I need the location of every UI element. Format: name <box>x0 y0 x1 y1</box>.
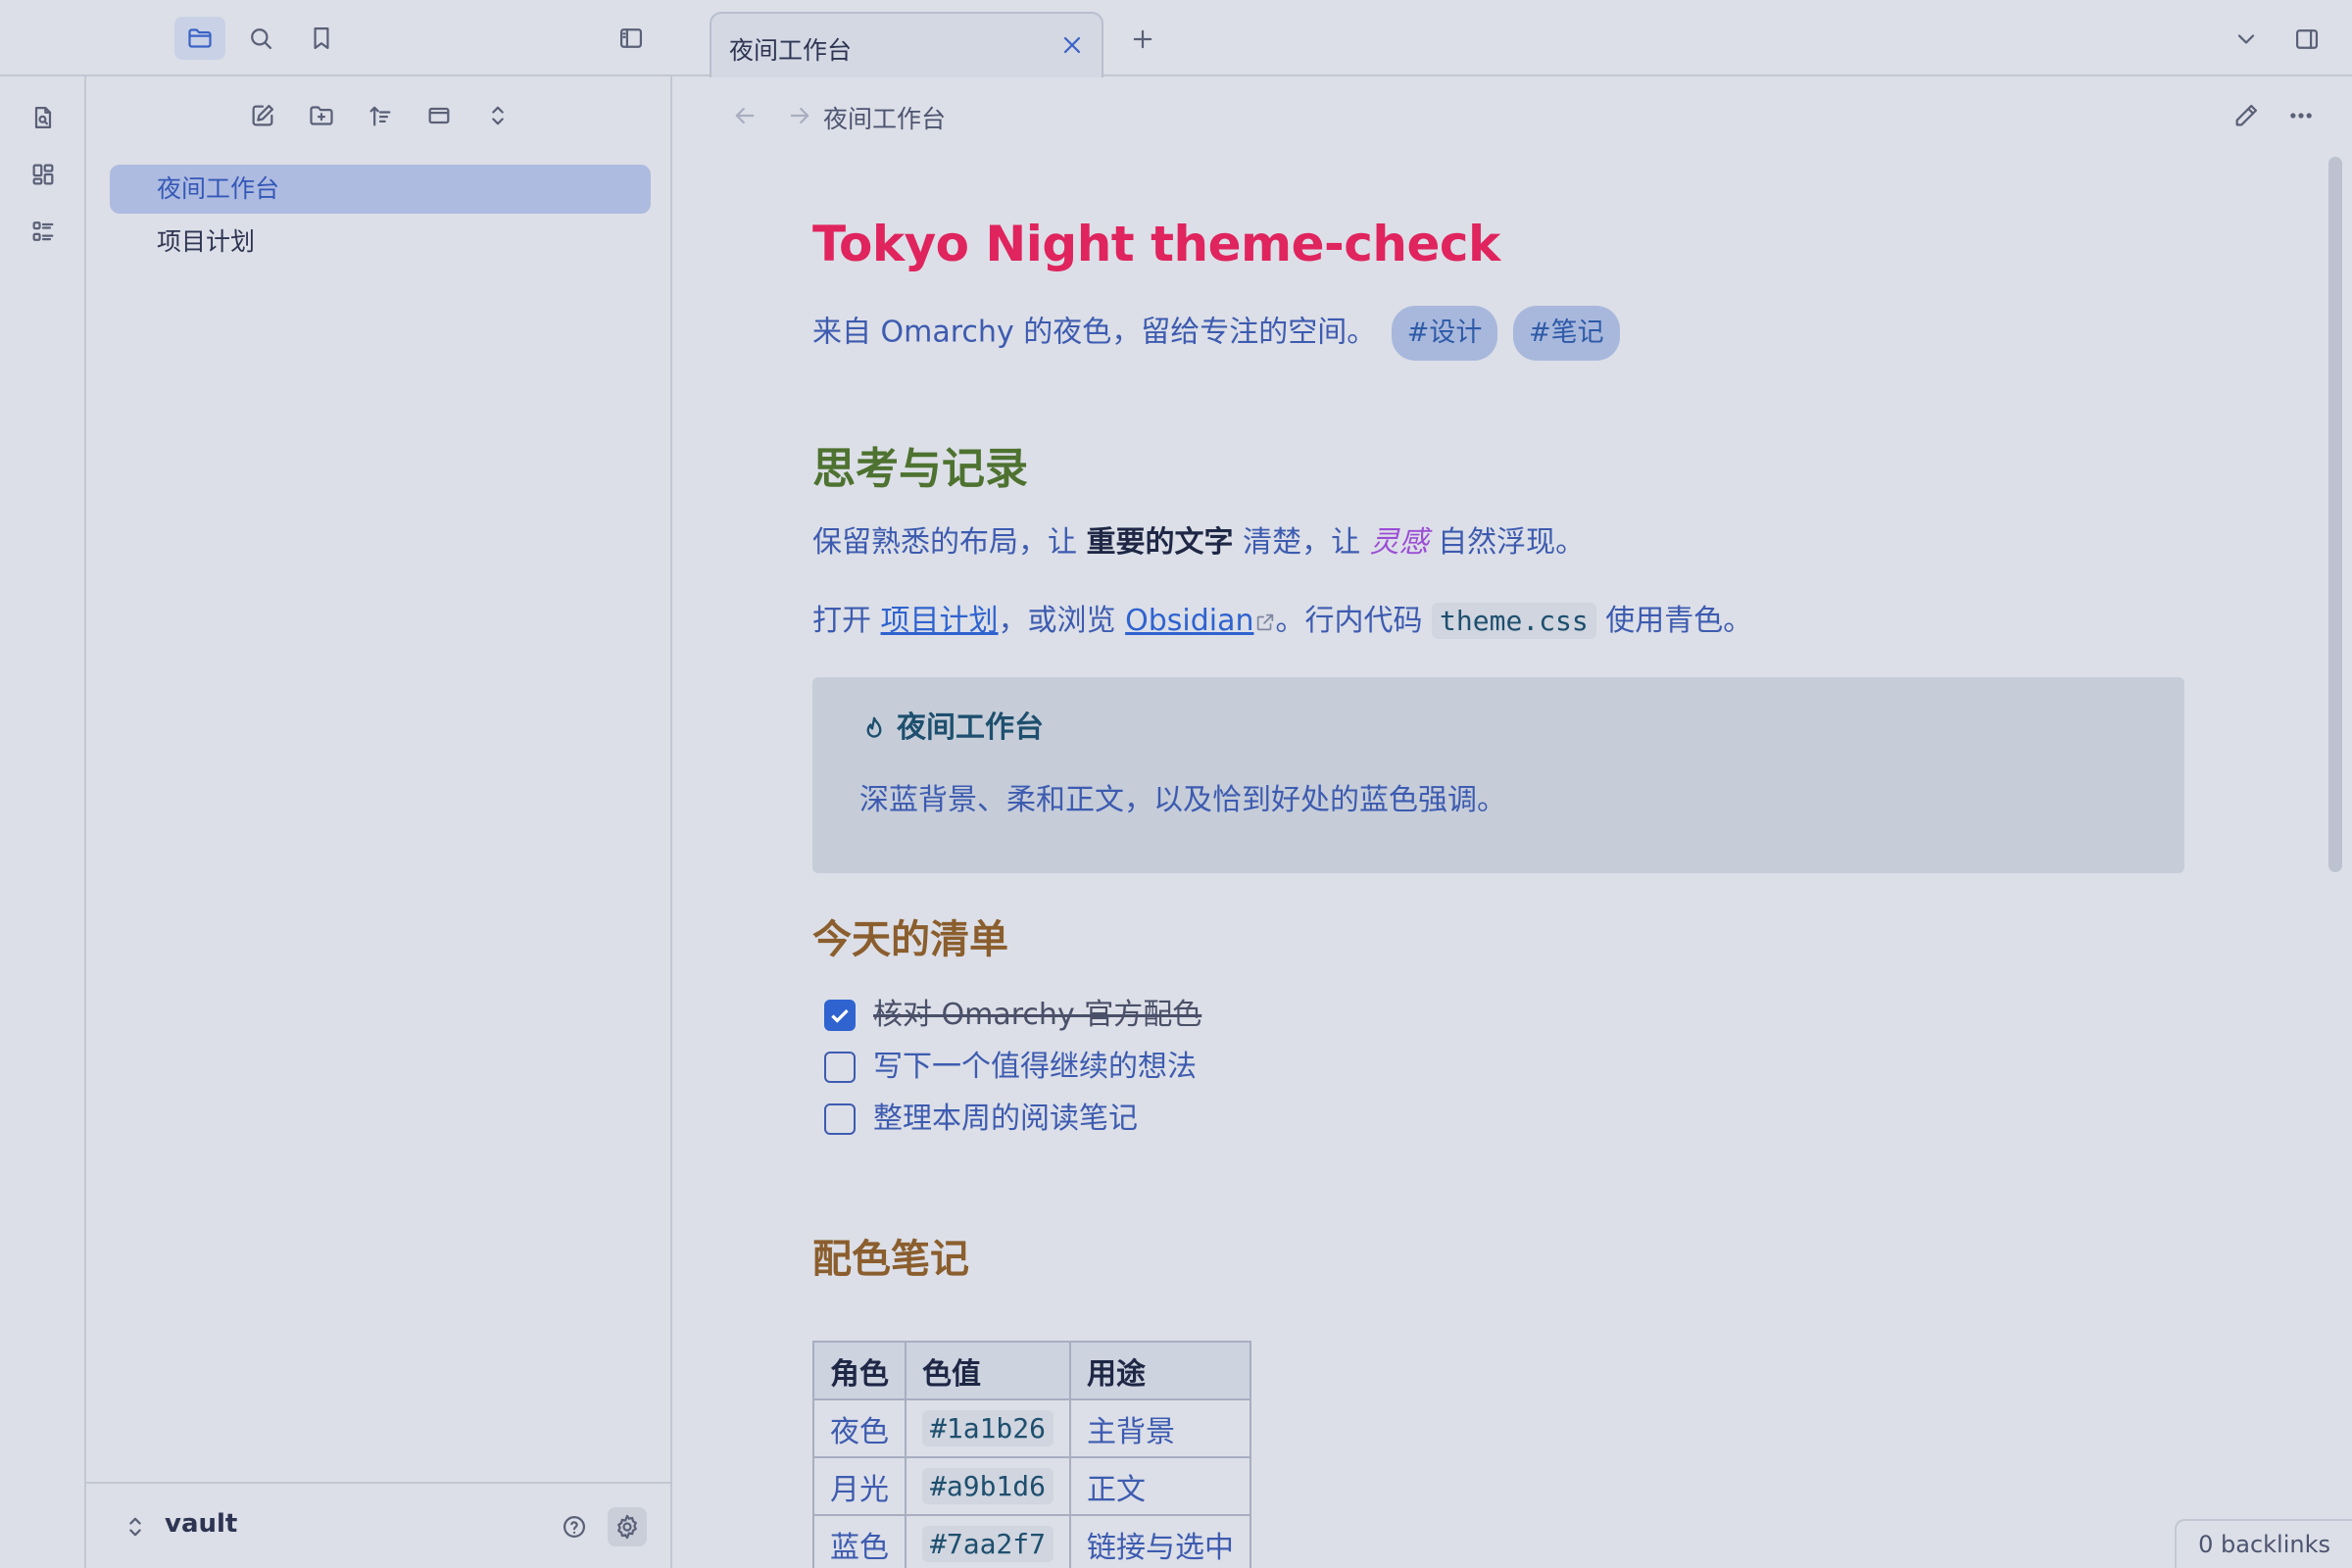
flame-icon <box>859 714 889 744</box>
table-row: 蓝色 #7aa2f7 链接与选中 <box>812 1514 1252 1568</box>
callout-title: 夜间工作台 <box>859 703 1044 746</box>
heading-todays-list: 今天的清单 <box>812 917 1008 962</box>
bookmark-icon[interactable] <box>296 17 347 60</box>
file-item-project-plan[interactable]: 项目计划 <box>110 218 651 267</box>
p2-text-a: 打开 <box>812 604 881 638</box>
new-tab-plus-icon[interactable] <box>1123 20 1162 59</box>
scrollbar[interactable] <box>2328 157 2342 872</box>
tag-notes[interactable]: #笔记 <box>1512 306 1620 361</box>
p1-text-c: 自然浮现。 <box>1428 525 1586 560</box>
table-cell: 月光 <box>812 1456 906 1516</box>
new-folder-icon[interactable] <box>300 96 343 135</box>
callout-title-text: 夜间工作台 <box>897 710 1044 745</box>
breadcrumb[interactable]: 夜间工作台 <box>823 100 946 135</box>
sidebar-toggle-icon[interactable] <box>606 17 657 60</box>
left-toolbar <box>0 0 672 76</box>
color-code: #7aa2f7 <box>922 1526 1054 1562</box>
p2-text-b: ，或浏览 <box>998 604 1126 638</box>
task-checkbox[interactable] <box>824 1052 856 1083</box>
color-code: #a9b1d6 <box>922 1468 1054 1504</box>
tab-title: 夜间工作台 <box>729 36 853 65</box>
table-header-cell: 用途 <box>1069 1341 1252 1400</box>
task-item: 整理本周的阅读笔记 <box>824 1100 1138 1139</box>
note-subtitle-line: 来自 Omarchy 的夜色，留给专注的空间。 #设计 #笔记 <box>812 306 1620 361</box>
task-checkbox[interactable] <box>824 1000 856 1031</box>
p2-text-d: 使用青色。 <box>1595 604 1753 638</box>
tab-night-workbench[interactable]: 夜间工作台 <box>710 12 1103 77</box>
table-cell: #7aa2f7 <box>904 1514 1072 1568</box>
back-arrow-icon[interactable] <box>725 96 764 135</box>
table-row: 夜色 #1a1b26 主背景 <box>812 1398 1252 1458</box>
link-project-plan[interactable]: 项目计划 <box>881 604 999 638</box>
color-table: 角色 色值 用途 夜色 #1a1b26 主背景 月光 #a9b1d6 正文 蓝色… <box>812 1341 1252 1568</box>
task-item: 写下一个值得继续的想法 <box>824 1048 1197 1087</box>
link-obsidian[interactable]: Obsidian <box>1125 604 1253 638</box>
view-header: 夜间工作台 <box>672 76 2352 155</box>
tab-bar: 夜间工作台 <box>672 0 2352 77</box>
folder-icon[interactable] <box>174 17 225 60</box>
open-quick-switcher-icon[interactable] <box>25 100 61 135</box>
edit-pencil-icon[interactable] <box>2227 96 2266 135</box>
table-header-row: 角色 色值 用途 <box>812 1341 1252 1400</box>
outline-icon[interactable] <box>25 214 61 249</box>
backlinks-status[interactable]: 0 backlinks <box>2175 1519 2352 1568</box>
tag-design[interactable]: #设计 <box>1391 306 1498 361</box>
task-text: 核对 Omarchy 官方配色 <box>873 998 1202 1032</box>
help-icon[interactable] <box>555 1507 594 1546</box>
callout-body: 深蓝背景、柔和正文，以及恰到好处的蓝色强调。 <box>859 783 1506 817</box>
note-title: Tokyo Night theme-check <box>812 216 1500 272</box>
settings-gear-icon[interactable] <box>608 1507 647 1546</box>
table-cell: 蓝色 <box>812 1514 906 1568</box>
external-link-icon <box>1254 612 1276 633</box>
heading-color-notes: 配色笔记 <box>812 1237 969 1282</box>
inline-code: theme.css <box>1432 603 1596 639</box>
p1-em: 灵感 <box>1369 525 1429 560</box>
table-cell: 链接与选中 <box>1069 1514 1252 1568</box>
vault-switcher-bar: vault <box>86 1482 670 1568</box>
table-cell: #1a1b26 <box>904 1398 1072 1458</box>
chevron-updown-icon[interactable] <box>116 1507 155 1546</box>
forward-arrow-icon[interactable] <box>780 96 819 135</box>
auto-reveal-icon[interactable] <box>417 96 461 135</box>
collapse-all-icon[interactable] <box>476 96 519 135</box>
sort-icon[interactable] <box>359 96 402 135</box>
table-cell: #a9b1d6 <box>904 1456 1072 1516</box>
p1-text-a: 保留熟悉的布局，让 <box>812 525 1087 560</box>
note-content[interactable]: Tokyo Night theme-check 来自 Omarchy 的夜色，留… <box>812 206 2184 1568</box>
table-row: 月光 #a9b1d6 正文 <box>812 1456 1252 1516</box>
paragraph-2: 打开 项目计划，或浏览 Obsidian 。行内代码 theme.css 使用青色… <box>812 600 1752 643</box>
table-header-cell: 角色 <box>812 1341 906 1400</box>
task-checkbox[interactable] <box>824 1103 856 1135</box>
p1-text-b: 清楚，让 <box>1233 525 1370 560</box>
note-subtitle: 来自 Omarchy 的夜色，留给专注的空间。 <box>812 315 1377 350</box>
ribbon <box>0 76 86 1568</box>
file-item-night-workbench[interactable]: 夜间工作台 <box>110 165 651 214</box>
more-options-icon[interactable] <box>2281 96 2321 135</box>
task-text: 整理本周的阅读笔记 <box>873 1102 1138 1136</box>
paragraph-1: 保留熟悉的布局，让 重要的文字 清楚，让 灵感 自然浮现。 <box>812 521 1585 564</box>
task-item: 核对 Omarchy 官方配色 <box>824 996 1201 1035</box>
color-code: #1a1b26 <box>922 1410 1054 1446</box>
search-icon[interactable] <box>235 17 286 60</box>
task-text: 写下一个值得继续的想法 <box>873 1050 1197 1084</box>
table-header-cell: 色值 <box>904 1341 1072 1400</box>
p1-strong: 重要的文字 <box>1086 525 1234 560</box>
right-sidebar-toggle-icon[interactable] <box>2287 20 2327 59</box>
vault-name[interactable]: vault <box>165 1509 237 1539</box>
tab-list-chevron-down-icon[interactable] <box>2227 20 2266 59</box>
table-cell: 正文 <box>1069 1456 1252 1516</box>
table-cell: 夜色 <box>812 1398 906 1458</box>
canvas-icon[interactable] <box>25 157 61 192</box>
close-icon[interactable] <box>1056 29 1088 61</box>
callout: 夜间工作台 深蓝背景、柔和正文，以及恰到好处的蓝色强调。 <box>812 677 2184 873</box>
file-explorer: 夜间工作台 项目计划 vault <box>86 76 672 1568</box>
table-cell: 主背景 <box>1069 1398 1252 1458</box>
new-note-icon[interactable] <box>241 96 284 135</box>
heading-thinking: 思考与记录 <box>812 444 1028 494</box>
p2-text-c: 。行内代码 <box>1275 604 1433 638</box>
